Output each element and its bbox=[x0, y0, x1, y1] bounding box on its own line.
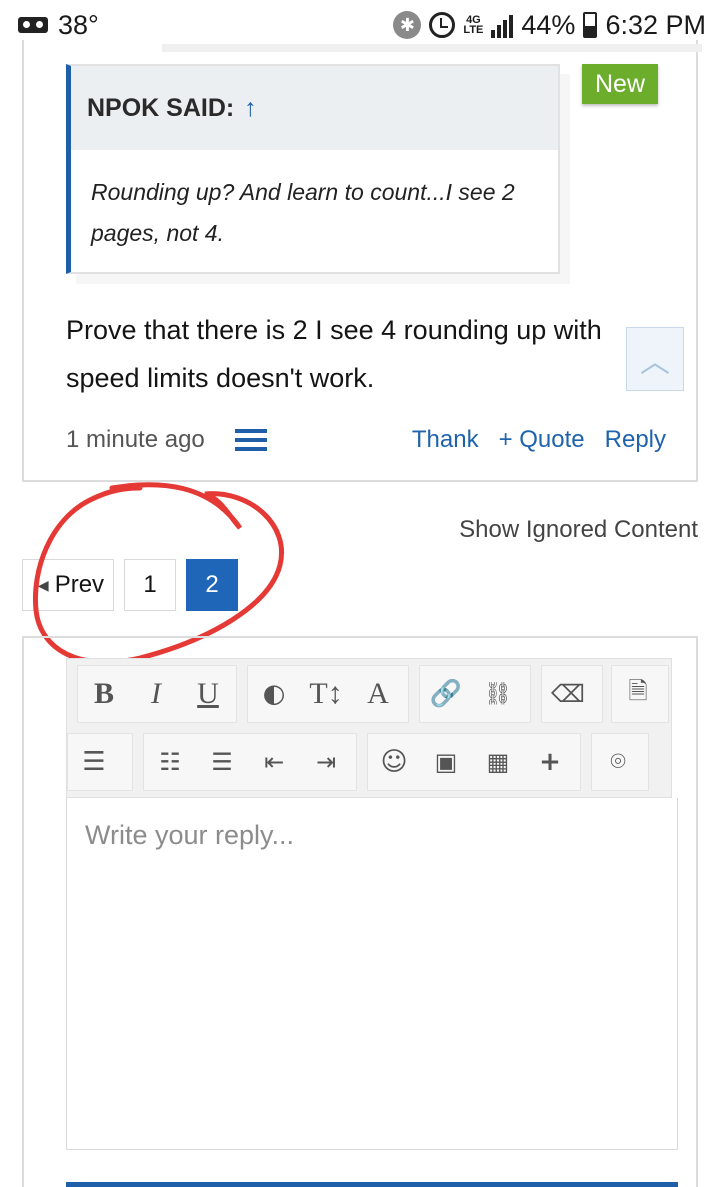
smiley-icon[interactable]: ☺ bbox=[368, 734, 420, 790]
quote-block: NPOK SAID: ↑ Rounding up? And learn to c… bbox=[66, 64, 560, 274]
reply-editor-card: B I U ◐ T↕ A 🔗 ⛓ ⌫ 🗎 ☰ ☷ ☰ ⇤ ⇥ ☺ ▣ ▦ + ⌾… bbox=[22, 636, 698, 1187]
thank-button[interactable]: Thank bbox=[412, 426, 479, 454]
link-group: 🔗 ⛓ bbox=[419, 665, 531, 723]
bullet-list-icon[interactable]: ☷ bbox=[144, 734, 196, 790]
reply-textarea[interactable]: Write your reply... bbox=[66, 798, 678, 1150]
italic-button[interactable]: I bbox=[130, 666, 182, 722]
font-size-button[interactable]: T↕ bbox=[300, 666, 352, 722]
insert-group: ☺ ▣ ▦ + bbox=[367, 733, 581, 791]
quote-button[interactable]: + Quote bbox=[499, 426, 585, 454]
battery-icon bbox=[583, 12, 598, 38]
camera-icon[interactable]: ⌾ bbox=[592, 734, 644, 790]
unlink-icon[interactable]: ⛓ bbox=[472, 666, 524, 722]
image-icon[interactable]: ▣ bbox=[420, 734, 472, 790]
plus-icon[interactable]: + bbox=[524, 734, 576, 790]
list-group: ☷ ☰ ⇤ ⇥ bbox=[143, 733, 357, 791]
reply-button[interactable]: Reply bbox=[605, 426, 666, 454]
clear-format-group: ⌫ bbox=[541, 665, 603, 723]
underline-button[interactable]: U bbox=[182, 666, 234, 722]
align-left-icon[interactable]: ☰ bbox=[68, 734, 120, 790]
media-icon[interactable]: ▦ bbox=[472, 734, 524, 790]
network-type: 4G LTE bbox=[463, 14, 484, 36]
editor-toolbar: B I U ◐ T↕ A 🔗 ⛓ ⌫ 🗎 ☰ ☷ ☰ ⇤ ⇥ ☺ ▣ ▦ + ⌾ bbox=[66, 658, 672, 798]
quote-header: NPOK SAID: ↑ bbox=[71, 66, 558, 150]
reply-placeholder: Write your reply... bbox=[85, 820, 295, 850]
bluetooth-icon: ✱ bbox=[393, 11, 422, 39]
quote-text: Rounding up? And learn to count...I see … bbox=[91, 179, 515, 246]
font-family-button[interactable]: A bbox=[352, 666, 404, 722]
chevron-up-icon: ︿ bbox=[640, 346, 670, 379]
signal-icon bbox=[491, 12, 514, 38]
outdent-icon[interactable]: ⇤ bbox=[248, 734, 300, 790]
post-menu-icon[interactable] bbox=[234, 429, 267, 451]
jump-to-quote-link[interactable]: ↑ bbox=[244, 94, 257, 123]
indent-icon[interactable]: ⇥ bbox=[300, 734, 352, 790]
new-badge: New bbox=[582, 64, 658, 104]
page-1-button[interactable]: 1 bbox=[124, 559, 176, 611]
eraser-icon[interactable]: ⌫ bbox=[542, 666, 594, 722]
prev-page-button[interactable]: ◀ Prev bbox=[22, 559, 114, 611]
screen: 38° ✱ 4G LTE 44% 6:32 PM New NPOK SAID: … bbox=[0, 0, 720, 1187]
alarm-icon bbox=[429, 12, 456, 38]
show-ignored-content-link[interactable]: Show Ignored Content bbox=[459, 516, 698, 544]
post-body: Prove that there is 2 I see 4 rounding u… bbox=[66, 315, 602, 393]
clock: 6:32 PM bbox=[605, 9, 706, 40]
voicemail-icon bbox=[18, 17, 48, 33]
align-group: ☰ bbox=[67, 733, 133, 791]
post-reply-button[interactable] bbox=[66, 1182, 678, 1187]
color-icon[interactable]: ◐ bbox=[248, 666, 300, 722]
numbered-list-icon[interactable]: ☰ bbox=[196, 734, 248, 790]
page-2-button[interactable]: 2 bbox=[186, 559, 238, 611]
quote-author: NPOK SAID: bbox=[87, 93, 235, 122]
forum-post: New NPOK SAID: ↑ Rounding up? And learn … bbox=[22, 40, 702, 482]
temperature: 38° bbox=[58, 9, 99, 40]
post-timestamp[interactable]: 1 minute ago bbox=[66, 426, 205, 454]
source-group: 🗎 bbox=[611, 665, 669, 723]
camera-group: ⌾ bbox=[591, 733, 649, 791]
font-group: ◐ T↕ A bbox=[247, 665, 409, 723]
bold-button[interactable]: B bbox=[78, 666, 130, 722]
scroll-to-top-button[interactable]: ︿ bbox=[626, 327, 684, 391]
pagination: ◀ Prev 1 2 bbox=[22, 559, 238, 611]
divider bbox=[162, 44, 702, 52]
link-icon[interactable]: 🔗 bbox=[420, 666, 472, 722]
battery-percent: 44% bbox=[521, 9, 576, 40]
post-footer: 1 minute ago Thank + Quote Reply bbox=[66, 420, 666, 460]
document-icon[interactable]: 🗎 bbox=[612, 666, 664, 722]
text-style-group: B I U bbox=[77, 665, 237, 723]
chevron-left-icon: ◀ bbox=[37, 576, 49, 593]
